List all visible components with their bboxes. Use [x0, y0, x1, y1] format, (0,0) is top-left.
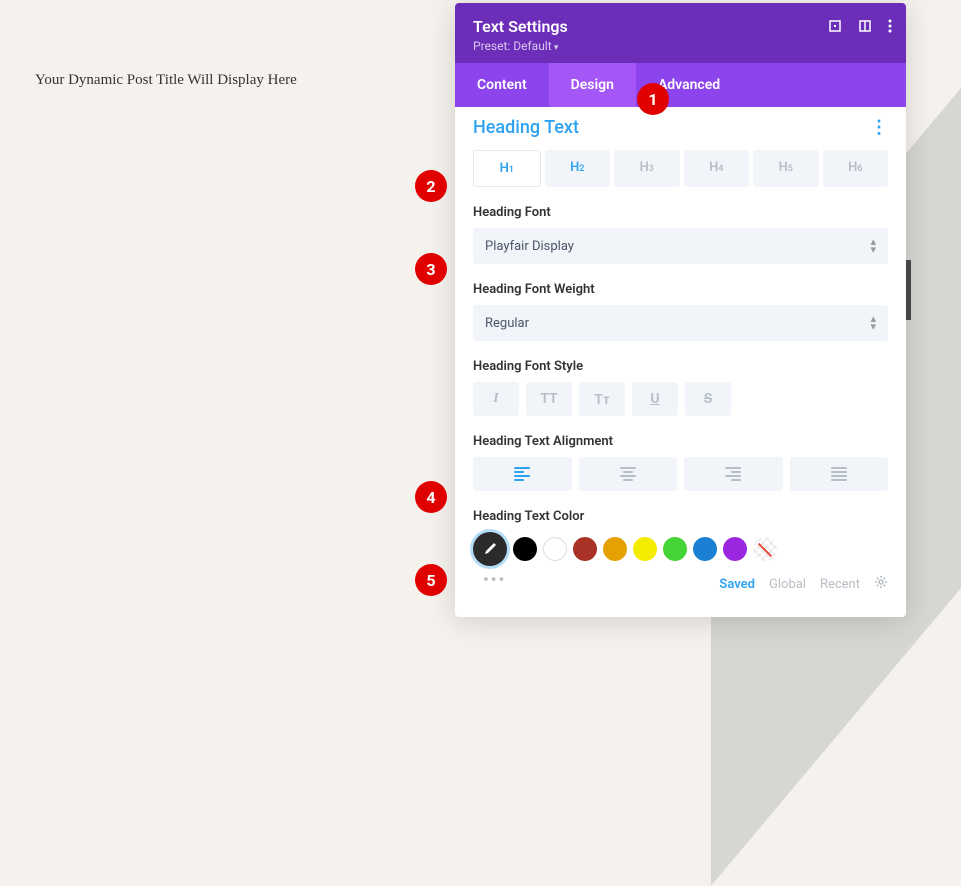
align-justify-button[interactable]	[790, 457, 889, 491]
select-weight-value: Regular	[485, 316, 529, 331]
preset-selector[interactable]: Preset: Default	[473, 39, 888, 53]
label-heading-align: Heading Text Alignment	[473, 434, 888, 449]
heading-tab-h5[interactable]: H5	[753, 150, 819, 187]
label-heading-font: Heading Font	[473, 205, 888, 220]
tab-content[interactable]: Content	[455, 63, 549, 107]
expand-icon[interactable]	[828, 19, 842, 33]
heading-tab-h6[interactable]: H6	[823, 150, 889, 187]
align-right-button[interactable]	[684, 457, 783, 491]
section-title[interactable]: Heading Text	[473, 117, 579, 138]
more-icon[interactable]	[888, 19, 892, 33]
label-heading-style: Heading Font Style	[473, 359, 888, 374]
align-center-button[interactable]	[579, 457, 678, 491]
tab-design[interactable]: Design	[549, 63, 636, 107]
swatch-white[interactable]	[543, 537, 567, 561]
swatch-darkred[interactable]	[573, 537, 597, 561]
preview-title: Your Dynamic Post Title Will Display Her…	[35, 72, 297, 89]
section-header: Heading Text ⋮	[455, 107, 906, 144]
callout-4: 4	[415, 481, 447, 513]
scrollbar-stub	[906, 260, 911, 320]
callout-5: 5	[415, 564, 447, 596]
style-italic-button[interactable]: I	[473, 382, 519, 416]
scope-recent[interactable]: Recent	[820, 577, 860, 592]
swatch-purple[interactable]	[723, 537, 747, 561]
drag-icon[interactable]	[858, 19, 872, 33]
panel-title: Text Settings	[473, 17, 888, 36]
swatch-black[interactable]	[513, 537, 537, 561]
swatch-orange[interactable]	[603, 537, 627, 561]
style-uppercase-button[interactable]: TT	[526, 382, 572, 416]
swatch-blue[interactable]	[693, 537, 717, 561]
swatch-yellow[interactable]	[633, 537, 657, 561]
style-strikethrough-button[interactable]: S	[685, 382, 731, 416]
heading-tab-h2[interactable]: H2	[545, 150, 611, 187]
select-heading-weight[interactable]: Regular ▴▾	[473, 305, 888, 341]
select-caret-icon: ▴▾	[870, 315, 876, 331]
section-more-icon[interactable]: ⋮	[870, 117, 888, 138]
swatch-green[interactable]	[663, 537, 687, 561]
tabs: Content Design Advanced	[455, 63, 906, 107]
select-caret-icon: ▴▾	[870, 238, 876, 254]
align-left-button[interactable]	[473, 457, 572, 491]
gear-icon[interactable]	[874, 575, 888, 593]
style-smallcaps-button[interactable]: Tᴛ	[579, 382, 625, 416]
label-heading-color: Heading Text Color	[473, 509, 888, 524]
scope-saved[interactable]: Saved	[719, 577, 755, 592]
scope-global[interactable]: Global	[769, 577, 806, 592]
panel-header: Text Settings Preset: Default	[455, 3, 906, 63]
select-font-value: Playfair Display	[485, 239, 574, 254]
color-picker-button[interactable]	[473, 532, 507, 566]
callout-2: 2	[415, 170, 447, 202]
heading-tab-h1[interactable]: H1	[473, 150, 541, 187]
heading-tab-h4[interactable]: H4	[684, 150, 750, 187]
select-heading-font[interactable]: Playfair Display ▴▾	[473, 228, 888, 264]
callout-1: 1	[637, 83, 669, 115]
heading-level-tabs: H1 H2 H3 H4 H5 H6	[473, 150, 888, 187]
label-heading-weight: Heading Font Weight	[473, 282, 888, 297]
callout-3: 3	[415, 253, 447, 285]
heading-tab-h3[interactable]: H3	[614, 150, 680, 187]
swatch-transparent[interactable]	[753, 537, 777, 561]
settings-panel: Text Settings Preset: Default Content De…	[455, 3, 906, 617]
style-underline-button[interactable]: U	[632, 382, 678, 416]
